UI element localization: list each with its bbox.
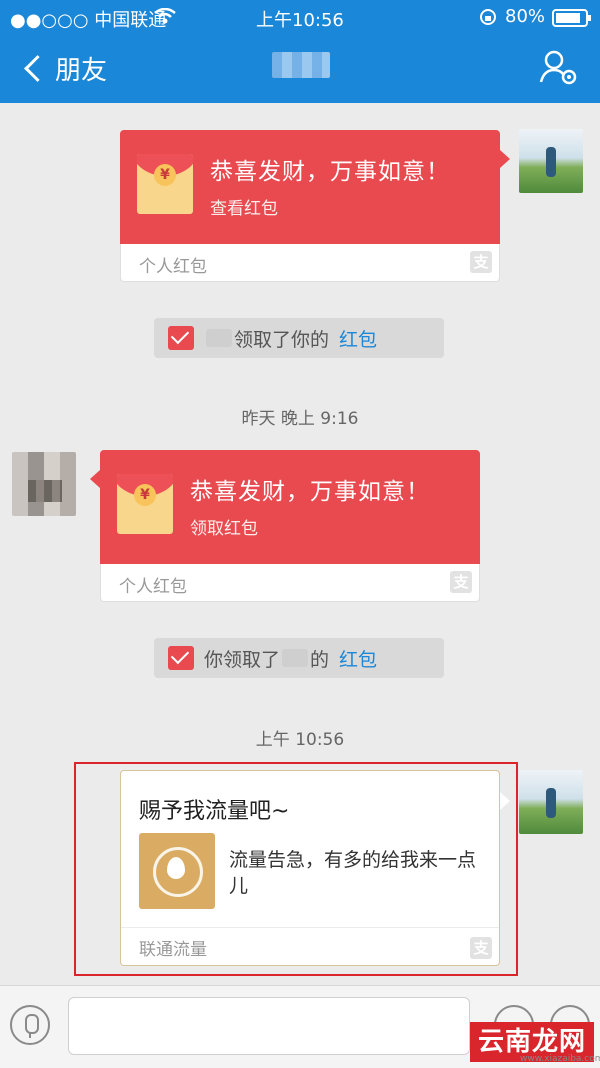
blurred-name xyxy=(282,649,309,667)
red-envelope-icon: ¥ xyxy=(137,154,193,214)
red-packet-message[interactable]: ¥ 恭喜发财，万事如意！ 领取红包 个人红包 支 xyxy=(90,450,480,602)
alipay-icon: 支 xyxy=(450,571,472,593)
notice-text: 领取了你的 xyxy=(234,328,330,351)
battery-icon xyxy=(552,9,591,27)
highlight-box xyxy=(74,762,518,976)
battery-percent: 80% xyxy=(505,6,546,27)
notice-link[interactable]: 红包 xyxy=(339,325,377,352)
red-packet-action: 查看红包 xyxy=(210,199,278,219)
red-packet-greeting: 恭喜发财，万事如意！ xyxy=(210,159,450,185)
timestamp: 上午 10:56 xyxy=(255,730,345,750)
message-input[interactable] xyxy=(68,997,470,1055)
red-packet-label: 个人红包 xyxy=(139,257,207,277)
red-packet-footer: 个人红包 支 xyxy=(100,564,480,602)
notice-prefix: 你领取了 xyxy=(204,648,281,671)
notice-link[interactable]: 红包 xyxy=(339,645,377,672)
my-avatar[interactable] xyxy=(519,129,583,193)
red-packet-mini-icon xyxy=(168,326,194,350)
red-packet-message[interactable]: ¥ 恭喜发财，万事如意！ 查看红包 个人红包 支 xyxy=(120,130,510,282)
voice-input-icon[interactable] xyxy=(10,1005,50,1045)
back-button[interactable]: 朋友 xyxy=(22,50,107,86)
red-packet-body: ¥ 恭喜发财，万事如意！ 领取红包 xyxy=(100,450,480,564)
system-notice: 你领取了 的 红包 xyxy=(154,638,444,678)
carrier-label: ●●○○○ 中国联通 xyxy=(10,10,167,31)
top-bar: ●●○○○ 中国联通 上午10:56 80% 朋友 xyxy=(0,0,600,103)
watermark-url: www.xiazaiba.com xyxy=(520,1054,600,1064)
red-packet-greeting: 恭喜发财，万事如意！ xyxy=(190,479,430,505)
my-avatar[interactable] xyxy=(519,770,583,834)
friend-avatar[interactable] xyxy=(12,452,76,516)
chat-title xyxy=(272,52,330,78)
system-notice: 领取了你的 红包 xyxy=(154,318,444,358)
red-packet-footer: 个人红包 支 xyxy=(120,244,500,282)
friend-settings-icon[interactable] xyxy=(538,48,580,88)
red-packet-mini-icon xyxy=(168,646,194,670)
blurred-name xyxy=(206,329,232,347)
notice-suffix: 的 xyxy=(310,648,330,671)
red-envelope-icon: ¥ xyxy=(117,474,173,534)
red-packet-action: 领取红包 xyxy=(190,519,258,539)
timestamp: 昨天 晚上 9:16 xyxy=(241,409,359,429)
chevron-left-icon xyxy=(24,54,51,82)
clock: 上午10:56 xyxy=(256,10,344,31)
red-packet-body: ¥ 恭喜发财，万事如意！ 查看红包 xyxy=(120,130,500,244)
red-packet-label: 个人红包 xyxy=(119,577,187,597)
wifi-icon xyxy=(154,8,176,24)
alipay-icon: 支 xyxy=(470,251,492,273)
rotation-lock-icon xyxy=(480,9,496,25)
back-label: 朋友 xyxy=(55,55,108,86)
